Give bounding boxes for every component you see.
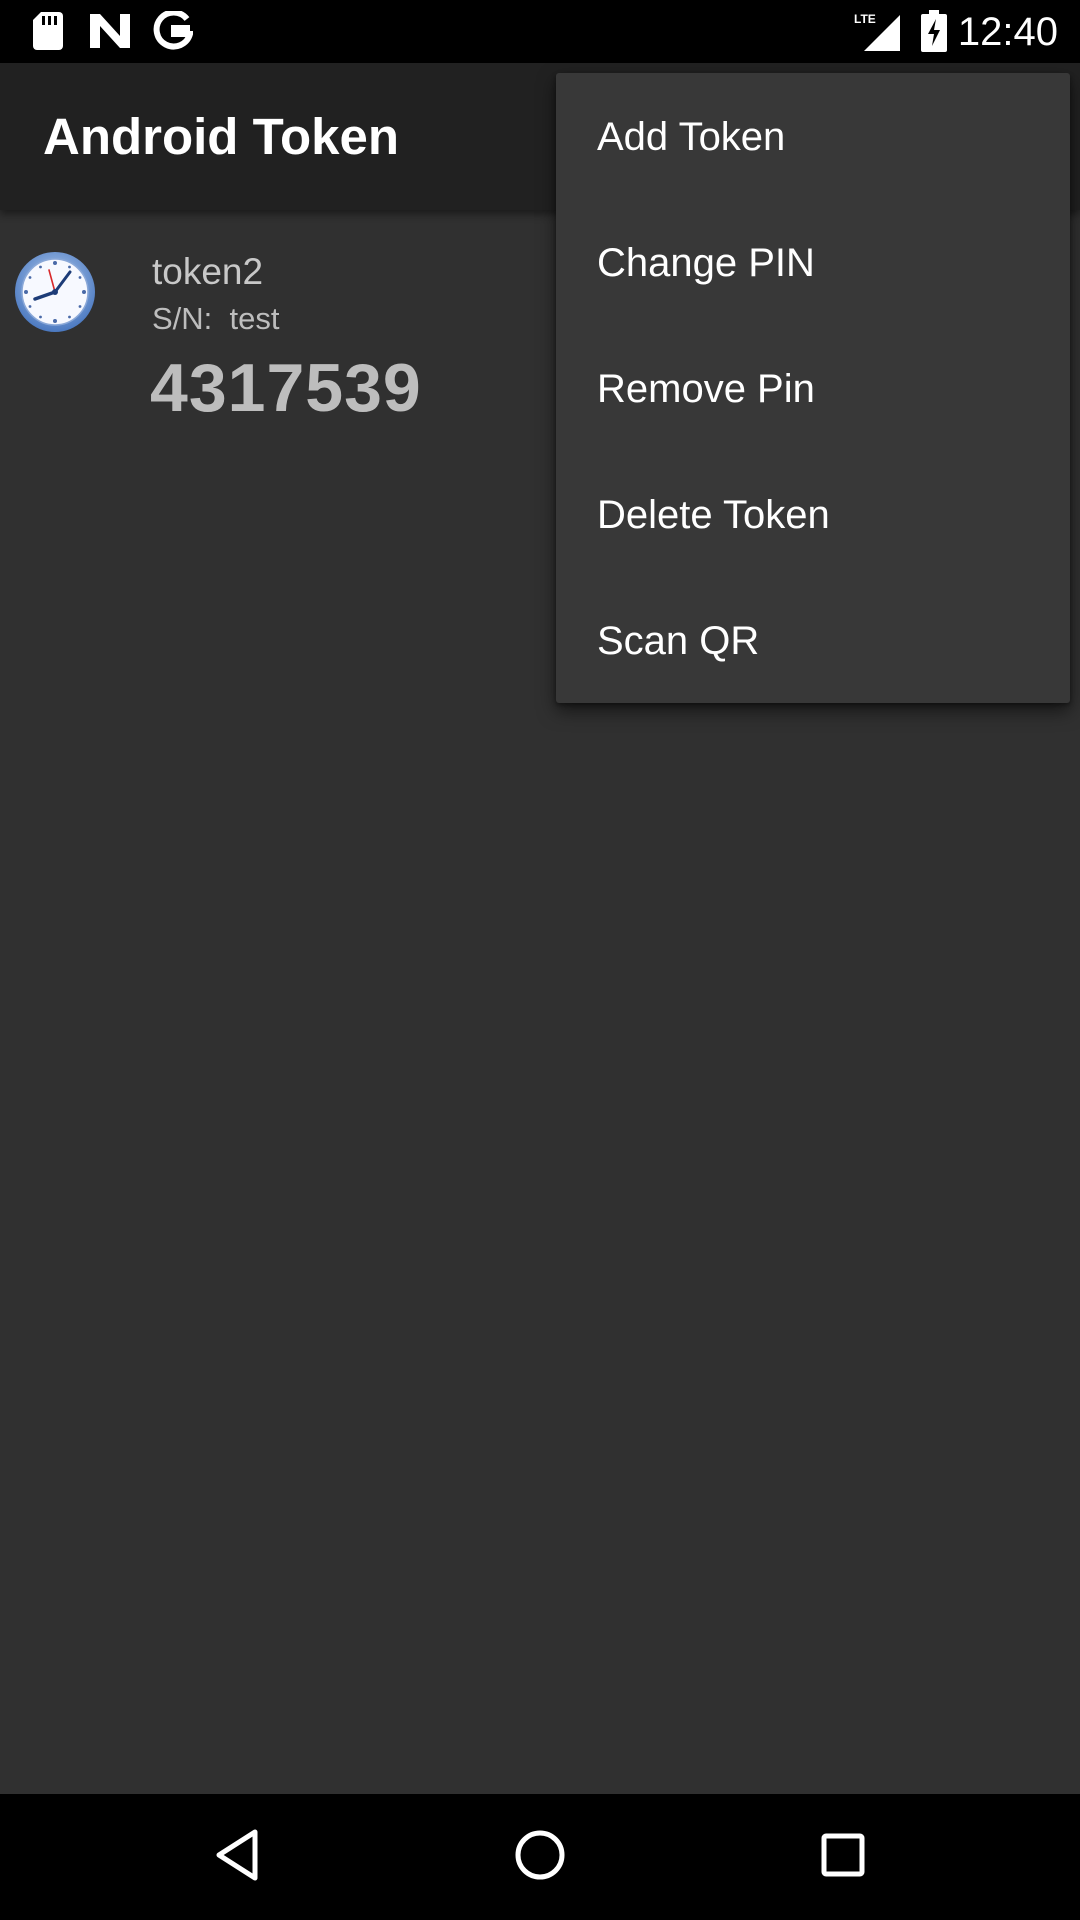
- navigation-bar: [0, 1794, 1080, 1920]
- menu-item-label: Change PIN: [597, 241, 815, 285]
- recents-icon: [819, 1831, 867, 1884]
- status-time: 12:40: [957, 10, 1058, 54]
- menu-item-change-pin[interactable]: Change PIN: [556, 199, 1070, 325]
- menu-item-scan-qr[interactable]: Scan QR: [556, 577, 1070, 703]
- status-bar: LTE 12:40: [0, 0, 1080, 63]
- back-icon: [213, 1828, 261, 1887]
- token-code: 4317539: [150, 350, 422, 426]
- recents-button[interactable]: [798, 1814, 888, 1900]
- clock-icon: [13, 250, 97, 334]
- home-icon: [513, 1828, 567, 1887]
- lte-signal-icon: LTE: [852, 10, 900, 52]
- menu-item-label: Add Token: [597, 115, 786, 159]
- menu-item-delete-token[interactable]: Delete Token: [556, 451, 1070, 577]
- svg-text:LTE: LTE: [854, 12, 876, 26]
- menu-item-label: Remove Pin: [597, 367, 815, 411]
- screen: LTE 12:40 Android Token token2 S/N: test…: [0, 0, 1080, 1920]
- token-name: token2: [152, 251, 264, 292]
- menu-item-label: Scan QR: [597, 619, 760, 663]
- app-title: Android Token: [43, 108, 400, 165]
- n-notification-icon: [90, 10, 130, 52]
- google-icon: [152, 10, 194, 52]
- menu-item-remove-pin[interactable]: Remove Pin: [556, 325, 1070, 451]
- menu-item-add-token[interactable]: Add Token: [556, 73, 1070, 199]
- menu-item-label: Delete Token: [597, 493, 830, 537]
- overflow-menu: Add Token Change PIN Remove Pin Delete T…: [556, 73, 1070, 703]
- home-button[interactable]: [495, 1814, 585, 1900]
- back-button[interactable]: [192, 1814, 282, 1900]
- token-serial: S/N: test: [152, 301, 280, 336]
- sd-card-icon: [30, 10, 66, 52]
- battery-charging-icon: [920, 10, 948, 52]
